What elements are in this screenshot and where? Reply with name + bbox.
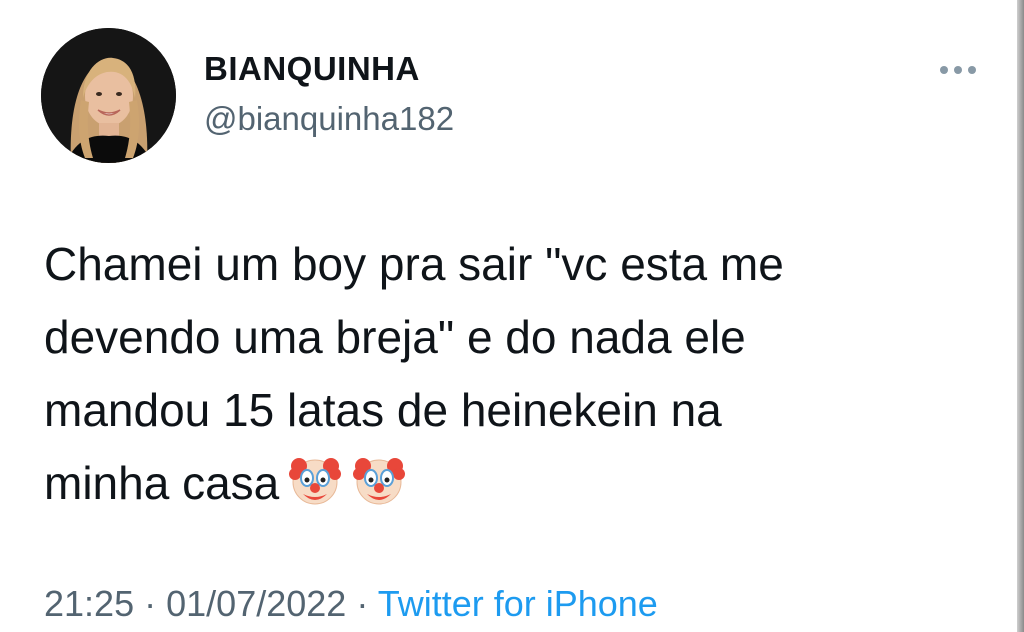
tweet-date[interactable]: 01/07/2022: [166, 583, 346, 624]
ellipsis-horizontal-icon[interactable]: [936, 58, 980, 82]
meta-separator: ·: [356, 583, 369, 624]
tweet-text-line: Chamei um boy pra sair "vc esta me: [44, 238, 784, 290]
tweet-text-line: devendo uma breja" e do nada ele: [44, 311, 746, 363]
avatar[interactable]: [41, 28, 176, 163]
tweet-text-line: minha casa: [44, 457, 280, 509]
author-display-name[interactable]: BIANQUINHA: [204, 50, 420, 88]
tweet-source-link[interactable]: Twitter for iPhone: [378, 583, 658, 624]
tweet-text-line: mandou 15 latas de heinekein na: [44, 384, 722, 436]
tweet-text: Chamei um boy pra sair "vc esta me deven…: [44, 228, 944, 520]
tweet-meta: 21:25 · 01/07/2022 · Twitter for iPhone: [44, 583, 658, 625]
tweet-card: BIANQUINHA @bianquinha182 Chamei um boy …: [0, 0, 1024, 632]
author-handle[interactable]: @bianquinha182: [204, 100, 454, 138]
clown-face-icon: [287, 452, 343, 508]
clown-face-icon: [351, 452, 407, 508]
profile-photo-icon: [41, 28, 176, 163]
tweet-time[interactable]: 21:25: [44, 583, 134, 624]
screen-edge: [1017, 0, 1024, 632]
meta-separator: ·: [144, 583, 157, 624]
tweet-text-line-last: minha casa: [44, 447, 944, 520]
